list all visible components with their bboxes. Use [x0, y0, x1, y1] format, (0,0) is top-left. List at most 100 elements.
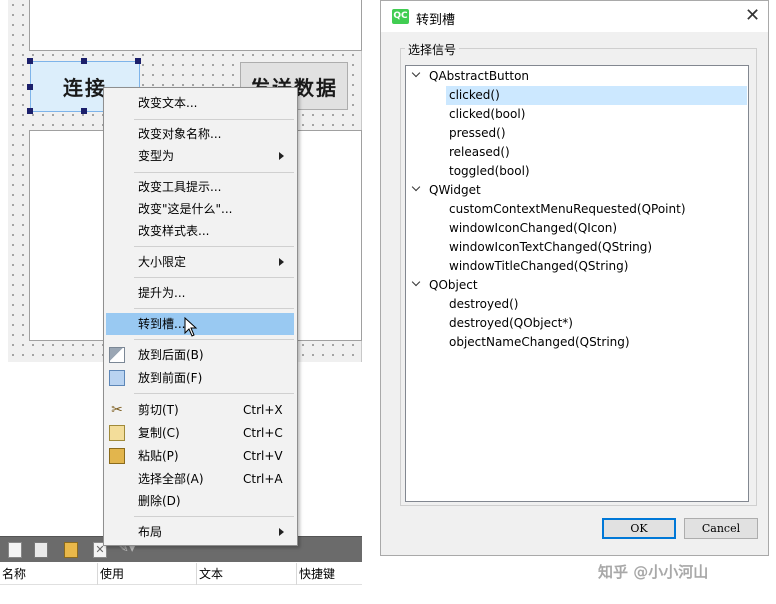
chevron-down-icon[interactable]: [412, 280, 421, 289]
menu-item-label: 改变对象名称...: [138, 127, 222, 141]
tree-node-qwidget[interactable]: QWidget: [410, 181, 748, 200]
tree-node-label: released(): [449, 145, 510, 159]
send-to-back-icon: [109, 347, 125, 363]
tree-node-label: QAbstractButton: [429, 69, 530, 83]
tree-node-signal[interactable]: windowIconChanged(QIcon): [446, 219, 747, 238]
menu-item-label: 删除(D): [138, 494, 181, 508]
menu-item-label: 剪切(T): [138, 403, 179, 417]
menu-separator: [134, 119, 294, 120]
tree-node-signal[interactable]: windowIconTextChanged(QString): [446, 238, 747, 257]
new-icon[interactable]: [8, 542, 22, 558]
tree-node-signal[interactable]: clicked(): [446, 86, 747, 105]
scissors-icon: ✂: [111, 402, 123, 418]
menu-item-size-constraints[interactable]: 大小限定: [105, 251, 296, 273]
tree-node-label: windowIconTextChanged(QString): [449, 240, 653, 254]
tree-node-signal[interactable]: customContextMenuRequested(QPoint): [446, 200, 747, 219]
menu-item-promote-to[interactable]: 提升为...: [105, 282, 296, 304]
tree-node-signal[interactable]: released(): [446, 143, 747, 162]
menu-item-shortcut: Ctrl+A: [243, 472, 283, 486]
selection-handle[interactable]: [27, 84, 33, 90]
menu-item-shortcut: Ctrl+V: [243, 449, 283, 463]
menu-separator: [134, 172, 294, 173]
selection-handle[interactable]: [81, 108, 87, 114]
qt-logo-icon: QC: [392, 9, 409, 24]
menu-item-label: 转到槽...: [138, 317, 186, 331]
selection-handle[interactable]: [135, 58, 141, 64]
submenu-arrow-icon: [279, 528, 284, 536]
tree-node-qabstractbutton[interactable]: QAbstractButton: [410, 67, 748, 86]
ok-button[interactable]: OK: [602, 518, 676, 539]
mouse-cursor-icon: [184, 317, 198, 337]
tree-node-signal[interactable]: objectNameChanged(QString): [446, 333, 747, 352]
menu-separator: [134, 246, 294, 247]
menu-item-cut[interactable]: ✂ 剪切(T) Ctrl+X: [105, 399, 296, 421]
tree-node-label: clicked(bool): [449, 107, 526, 121]
tree-node-signal[interactable]: clicked(bool): [446, 105, 747, 124]
menu-item-label: 改变文本...: [138, 96, 198, 110]
menu-item-change-stylesheet[interactable]: 改变样式表...: [105, 220, 296, 242]
watermark: 知乎 @小小河山: [598, 563, 709, 581]
go-to-slot-dialog: QC 转到槽 ✕ 选择信号 QAbstractButton clicked() …: [380, 0, 769, 556]
tree-node-signal[interactable]: windowTitleChanged(QString): [446, 257, 747, 276]
tree-node-qobject[interactable]: QObject: [410, 276, 748, 295]
menu-item-label: 改变"这是什么"...: [138, 202, 233, 216]
tree-node-signal[interactable]: destroyed(): [446, 295, 747, 314]
menu-item-shortcut: Ctrl+X: [243, 403, 283, 417]
menu-item-label: 选择全部(A): [138, 472, 204, 486]
menu-item-label: 改变样式表...: [138, 224, 210, 238]
signal-group-title: 选择信号: [405, 41, 460, 58]
tree-node-signal[interactable]: pressed(): [446, 124, 747, 143]
column-header-name[interactable]: 名称: [0, 563, 98, 585]
menu-item-label: 粘贴(P): [138, 449, 179, 463]
menu-item-label: 改变工具提示...: [138, 180, 222, 194]
menu-item-send-to-back[interactable]: 放到后面(B): [105, 344, 296, 366]
menu-item-change-object-name[interactable]: 改变对象名称...: [105, 123, 296, 145]
menu-item-change-whats-this[interactable]: 改变"这是什么"...: [105, 198, 296, 220]
column-header-shortcut[interactable]: 快捷键: [297, 563, 362, 585]
bring-to-front-icon: [109, 370, 125, 386]
signal-tree[interactable]: QAbstractButton clicked() clicked(bool) …: [405, 65, 749, 502]
menu-item-copy[interactable]: 复制(C) Ctrl+C: [105, 422, 296, 444]
menu-item-change-tooltip[interactable]: 改变工具提示...: [105, 176, 296, 198]
menu-item-select-all[interactable]: 选择全部(A) Ctrl+A: [105, 468, 296, 490]
close-icon[interactable]: ✕: [745, 5, 760, 26]
chevron-down-icon[interactable]: [412, 71, 421, 80]
menu-item-bring-to-front[interactable]: 放到前面(F): [105, 367, 296, 389]
cancel-button[interactable]: Cancel: [684, 518, 758, 539]
selection-handle[interactable]: [81, 58, 87, 64]
menu-item-paste[interactable]: 粘贴(P) Ctrl+V: [105, 445, 296, 467]
menu-item-label: 变型为: [138, 149, 175, 163]
tree-node-label: QWidget: [429, 183, 481, 197]
column-header-used[interactable]: 使用: [98, 563, 197, 585]
tree-node-signal[interactable]: toggled(bool): [446, 162, 747, 181]
menu-item-go-to-slot[interactable]: 转到槽...: [106, 313, 294, 337]
open-icon[interactable]: [34, 542, 48, 558]
menu-separator: [134, 277, 294, 278]
tree-node-label: clicked(): [449, 88, 500, 102]
connect-button-label: 连接: [63, 76, 107, 100]
chevron-down-icon[interactable]: [412, 185, 421, 194]
menu-item-change-text[interactable]: 改变文本...: [105, 92, 296, 114]
menu-item-delete[interactable]: 删除(D): [105, 490, 296, 512]
menu-item-label: 大小限定: [138, 255, 187, 269]
menu-item-label: 放到前面(F): [138, 371, 203, 385]
action-table-header: 名称 使用 文本 快捷键: [0, 563, 362, 585]
tree-node-label: destroyed(): [449, 297, 519, 311]
menu-item-label: 复制(C): [138, 426, 180, 440]
submenu-arrow-icon: [279, 152, 284, 160]
menu-item-morph-into[interactable]: 变型为: [105, 145, 296, 167]
dialog-titlebar[interactable]: QC 转到槽 ✕: [381, 1, 768, 32]
menu-item-layout[interactable]: 布局: [105, 521, 296, 543]
menu-separator: [134, 339, 294, 340]
top-container-widget[interactable]: [29, 0, 362, 51]
selection-handle[interactable]: [27, 108, 33, 114]
menu-item-label: 放到后面(B): [138, 348, 204, 362]
paste-icon: [109, 448, 125, 464]
paste-icon[interactable]: [64, 542, 78, 558]
tree-node-label: objectNameChanged(QString): [449, 335, 630, 349]
column-header-text[interactable]: 文本: [197, 563, 297, 585]
tree-node-signal[interactable]: destroyed(QObject*): [446, 314, 747, 333]
menu-item-shortcut: Ctrl+C: [243, 426, 283, 440]
menu-separator: [134, 308, 294, 309]
selection-handle[interactable]: [27, 58, 33, 64]
